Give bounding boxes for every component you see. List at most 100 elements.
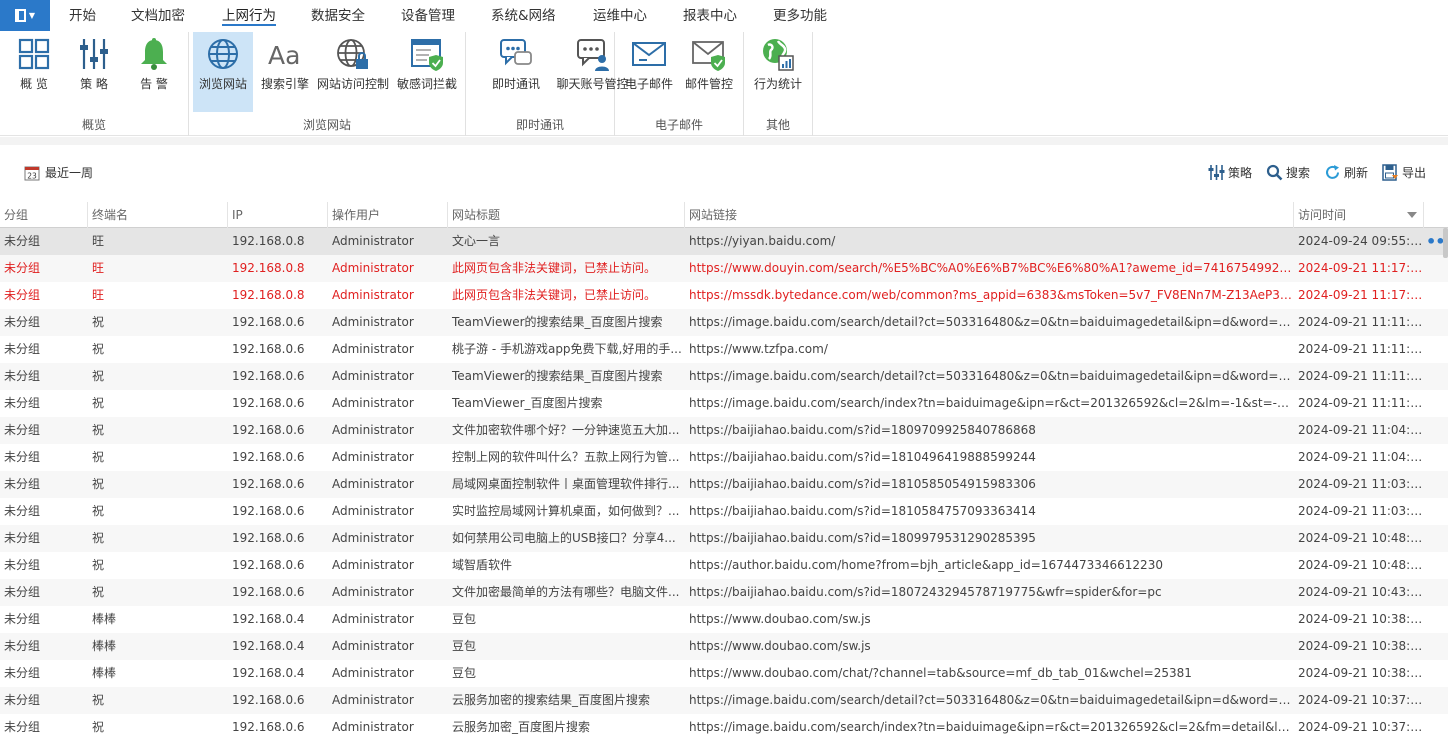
- ribbon-button-2-0[interactable]: 即时通讯: [481, 32, 551, 112]
- table-cell-4: TeamViewer的搜索结果_百度图片搜索: [452, 369, 663, 383]
- table-cell-5: https://image.baidu.com/search/index?tn=…: [689, 396, 1294, 410]
- ribbon-button-1-3[interactable]: 敏感词拦截: [395, 32, 459, 112]
- column-header-0[interactable]: 分组: [0, 202, 88, 228]
- table-row[interactable]: 未分组 祝 192.168.0.6 Administrator 云服务加密_百度图片搜索…: [0, 714, 1448, 741]
- table-row[interactable]: 未分组 祝 192.168.0.6 Administrator 域智盾软件 https:/…: [0, 552, 1448, 579]
- menu-tab-5[interactable]: 系统&网络: [491, 0, 556, 32]
- table-cell-0: 未分组: [4, 720, 41, 734]
- ribbon-button-0-0[interactable]: 概 览: [10, 32, 58, 112]
- table-row[interactable]: 未分组 棒棒 192.168.0.4 Administrator 豆包 https://w…: [0, 633, 1448, 660]
- column-header-5[interactable]: 网站链接: [685, 202, 1294, 228]
- ribbon-button-0-1[interactable]: 策 略: [70, 32, 118, 112]
- refresh-label: 刷新: [1343, 166, 1368, 180]
- column-header-4[interactable]: 网站标题: [448, 202, 685, 228]
- table-row[interactable]: 未分组 祝 192.168.0.6 Administrator 文件加密软件哪个好？一分…: [0, 417, 1448, 444]
- table-row[interactable]: 未分组 祝 192.168.0.6 Administrator 如何禁用公司电脑上的US…: [0, 525, 1448, 552]
- table-cell-6: 2024-09-21 11:04:15: [1298, 450, 1424, 464]
- table-cell-6: 2024-09-21 11:04:57: [1298, 423, 1424, 437]
- table-cell-3: Administrator: [332, 693, 414, 707]
- table-cell-2: 192.168.0.6: [232, 315, 305, 329]
- table-cell-0: 未分组: [4, 423, 41, 437]
- ribbon-button-1-0[interactable]: 浏览网站: [193, 32, 253, 112]
- menu-tab-1[interactable]: 文档加密: [131, 0, 185, 32]
- ribbon-button-3-0[interactable]: 电子邮件: [621, 32, 677, 112]
- table-row[interactable]: 未分组 棒棒 192.168.0.4 Administrator 豆包 https://w…: [0, 606, 1448, 633]
- column-header-2[interactable]: IP: [228, 202, 328, 228]
- menu-tab-7[interactable]: 报表中心: [683, 0, 737, 32]
- menu-tab-6[interactable]: 运维中心: [593, 0, 647, 32]
- table-row[interactable]: 未分组 祝 192.168.0.6 Administrator 局域网桌面控制软件丨桌面…: [0, 471, 1448, 498]
- table-cell-4: 桃子游 - 手机游戏app免费下载,好用的手...: [452, 342, 682, 356]
- table-cell-2: 192.168.0.6: [232, 342, 305, 356]
- table-cell-5: https://www.doubao.com/chat/?channel=tab…: [689, 666, 1192, 680]
- column-header-3[interactable]: 操作用户: [328, 202, 448, 228]
- menu-tab-2[interactable]: 上网行为: [222, 0, 276, 32]
- table-cell-4: 此网页包含非法关键词，已禁止访问。: [452, 261, 657, 275]
- table-cell-0: 未分组: [4, 261, 41, 275]
- ribbon-button-label: 浏览网站: [198, 77, 247, 91]
- ribbon-button-1-2[interactable]: 网站访问控制: [315, 32, 391, 112]
- policy-button[interactable]: 策略: [1208, 164, 1252, 181]
- table-row[interactable]: 未分组 祝 192.168.0.6 Administrator TeamViewer的搜…: [0, 309, 1448, 336]
- table-cell-4: 豆包: [452, 666, 477, 680]
- refresh-button[interactable]: 刷新: [1324, 164, 1368, 181]
- svg-text:Aa: Aa: [268, 41, 300, 70]
- table-cell-0: 未分组: [4, 477, 41, 491]
- table-cell-4: 如何禁用公司电脑上的USB接口？分享4...: [452, 531, 676, 545]
- ribbon-button-3-1[interactable]: 邮件管控: [681, 32, 737, 112]
- ribbon-button-0-2[interactable]: 告 警: [130, 32, 178, 112]
- table-row[interactable]: 未分组 旺 192.168.0.8 Administrator 此网页包含非法关键词，已…: [0, 255, 1448, 282]
- table-cell-1: 祝: [92, 423, 105, 437]
- menu-tab-4[interactable]: 设备管理: [401, 0, 455, 32]
- column-header-6[interactable]: 访问时间: [1294, 202, 1424, 228]
- table-cell-2: 192.168.0.6: [232, 693, 305, 707]
- search-button[interactable]: 搜索: [1266, 164, 1310, 181]
- sort-desc-icon[interactable]: [1407, 212, 1417, 218]
- table-cell-0: 未分组: [4, 612, 41, 626]
- menu-tab-8[interactable]: 更多功能: [773, 0, 827, 32]
- globe-icon: [208, 39, 238, 69]
- ribbon-button-4-0[interactable]: 行为统计: [747, 32, 809, 112]
- table-cell-4: 文件加密最简单的方法有哪些？电脑文件...: [452, 585, 680, 599]
- table-cell-4: 此网页包含非法关键词，已禁止访问。: [452, 288, 657, 302]
- table-cell-0: 未分组: [4, 558, 41, 572]
- table-cell-1: 祝: [92, 477, 105, 491]
- date-range-label: 最近一周: [45, 166, 94, 180]
- table-row[interactable]: 未分组 祝 192.168.0.6 Administrator 云服务加密的搜索结果_百…: [0, 687, 1448, 714]
- ribbon-button-1-1[interactable]: Aa 搜索引擎: [255, 32, 315, 112]
- table-row[interactable]: 未分组 祝 192.168.0.6 Administrator 实时监控局域网计算机桌面…: [0, 498, 1448, 525]
- table-cell-5: https://www.tzfpa.com/: [689, 342, 828, 356]
- chevron-down-icon: ▼: [28, 11, 36, 20]
- vertical-scrollbar[interactable]: [1443, 228, 1448, 258]
- table-cell-5: https://www.douyin.com/search/%E5%BC%A0%…: [689, 261, 1294, 275]
- table-row[interactable]: 未分组 祝 192.168.0.6 Administrator 桃子游 - 手机游戏ap…: [0, 336, 1448, 363]
- ribbon-group-1: 浏览网站 Aa 搜索引擎 网站访问控制 敏感词拦截 浏览网站: [189, 32, 466, 136]
- table-cell-3: Administrator: [332, 450, 414, 464]
- column-header-1[interactable]: 终端名: [88, 202, 228, 228]
- export-button[interactable]: 导出: [1382, 164, 1426, 181]
- table-row[interactable]: 未分组 祝 192.168.0.6 Administrator 文件加密最简单的方法有哪…: [0, 579, 1448, 606]
- table-cell-6: 2024-09-21 10:48:34: [1298, 558, 1424, 572]
- table-row[interactable]: 未分组 旺 192.168.0.8 Administrator 此网页包含非法关键词，已…: [0, 282, 1448, 309]
- table-row[interactable]: 未分组 祝 192.168.0.6 Administrator TeamViewer_百…: [0, 390, 1448, 417]
- app-menu-button[interactable]: ▼: [0, 0, 50, 31]
- table-cell-1: 祝: [92, 531, 105, 545]
- table-header: 分组 终端名 IP 操作用户 网站标题 网站链接 访问时间: [0, 202, 1448, 228]
- table-cell-6: 2024-09-21 10:48:52: [1298, 531, 1424, 545]
- table-row[interactable]: 未分组 旺 192.168.0.8 Administrator 文心一言 https://…: [0, 228, 1448, 255]
- table-cell-1: 棒棒: [92, 612, 117, 626]
- table-cell-5: https://baijiahao.baidu.com/s?id=1809709…: [689, 423, 1036, 437]
- table-cell-5: https://baijiahao.baidu.com/s?id=1807243…: [689, 585, 1162, 599]
- ribbon-button-label: 即时通讯: [491, 77, 540, 91]
- table-cell-2: 192.168.0.4: [232, 639, 305, 653]
- menu-tab-0[interactable]: 开始: [69, 0, 96, 32]
- table-row[interactable]: 未分组 祝 192.168.0.6 Administrator TeamViewer的搜…: [0, 363, 1448, 390]
- table-cell-1: 旺: [92, 234, 105, 248]
- date-range-button[interactable]: 23 最近一周: [24, 164, 93, 181]
- table-cell-0: 未分组: [4, 369, 41, 383]
- menu-tab-3[interactable]: 数据安全: [311, 0, 365, 32]
- table-row[interactable]: 未分组 祝 192.168.0.6 Administrator 控制上网的软件叫什么？五…: [0, 444, 1448, 471]
- document-icon: [14, 9, 26, 22]
- table-row[interactable]: 未分组 棒棒 192.168.0.4 Administrator 豆包 https://w…: [0, 660, 1448, 687]
- toolbar: 23 最近一周 策略 搜索 刷新 导出: [0, 152, 1448, 192]
